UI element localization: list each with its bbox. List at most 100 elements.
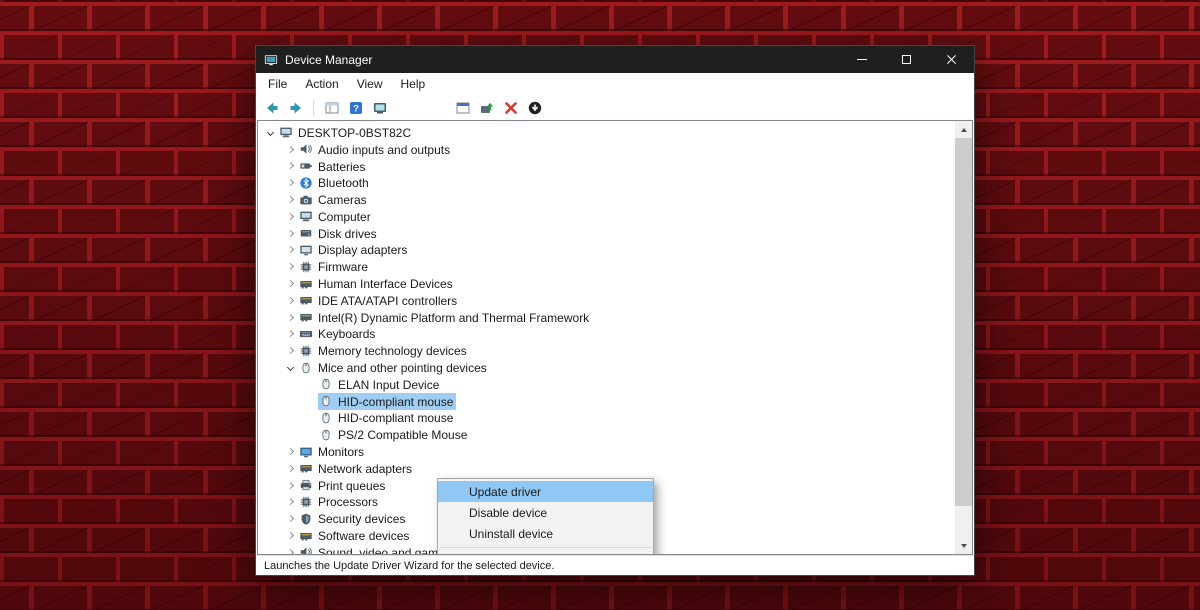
menu-file[interactable]: File [259,74,296,94]
properties-icon[interactable] [369,98,390,118]
tree-item-label: Network adapters [318,461,412,476]
close-button[interactable] [929,46,974,73]
vertical-scrollbar[interactable] [955,121,972,554]
tree-item-keyboards[interactable]: Keyboards [258,326,955,343]
tree-item-cameras[interactable]: Cameras [258,191,955,208]
chevron-right-icon[interactable] [282,197,298,202]
window-title: Device Manager [285,53,372,67]
disk-icon [299,226,314,240]
tree-item-batteries[interactable]: Batteries [258,158,955,175]
tree-item-content: Audio inputs and outputs [298,141,453,158]
chevron-right-icon[interactable] [282,264,298,269]
chevron-right-icon[interactable] [282,298,298,303]
back-icon[interactable] [261,98,282,118]
tree-item-label: Audio inputs and outputs [318,142,450,157]
scrollbar-down-button[interactable] [955,537,972,554]
scroll-up-icon [961,128,967,132]
menu-action[interactable]: Action [296,74,347,94]
chevron-right-icon[interactable] [282,516,298,521]
tree-item-label: Memory technology devices [318,343,467,358]
uninstall-device-icon[interactable] [500,98,521,118]
chevron-right-icon[interactable] [282,533,298,538]
chevron-right-icon[interactable] [282,483,298,488]
context-menu-item-scan-for-hardware-changes[interactable]: Scan for hardware changes [438,551,653,555]
tree-item-mice-and-other-pointing-devices[interactable]: Mice and other pointing devices [258,359,955,376]
maximize-button[interactable] [884,46,929,73]
tree-item-label: Keyboards [318,326,375,341]
scrollbar-up-button[interactable] [955,121,972,138]
chevron-right-icon[interactable] [282,499,298,504]
tree-item-desktop-0bst82c[interactable]: DESKTOP-0BST82C [258,124,955,141]
tree-item-content: Firmware [298,258,371,275]
chevron-right-icon[interactable] [282,147,298,152]
chevron-right-icon[interactable] [282,331,298,336]
chevron-right-icon[interactable] [282,550,298,554]
chevron-right-icon[interactable] [282,281,298,286]
help-icon[interactable]: ? [345,98,366,118]
popup-window-icon[interactable] [452,98,473,118]
chevron-down-icon[interactable] [262,130,278,135]
tree-item-hid-compliant-mouse[interactable]: HID-compliant mouse [258,410,955,427]
chevron-down-icon[interactable] [282,365,298,370]
tree-item-ps-2-compatible-mouse[interactable]: PS/2 Compatible Mouse [258,426,955,443]
tree-item-content: Computer [298,208,374,225]
tree-item-hid-compliant-mouse[interactable]: HID-compliant mouse [258,393,955,410]
tree-item-content: Disk drives [298,225,380,242]
tree-item-label: Monitors [318,444,364,459]
tree-item-content: Keyboards [298,325,378,342]
tree-item-content: Human Interface Devices [298,275,456,292]
tree-item-network-adapters[interactable]: Network adapters [258,460,955,477]
tree-item-label: PS/2 Compatible Mouse [338,427,467,442]
minimize-icon [857,59,867,60]
chevron-right-icon[interactable] [282,247,298,252]
tree-item-label: IDE ATA/ATAPI controllers [318,293,457,308]
title-bar[interactable]: Device Manager [256,46,974,73]
chevron-right-icon[interactable] [282,348,298,353]
context-menu-item-uninstall-device[interactable]: Uninstall device [438,523,653,544]
tree-item-label: Software devices [318,528,409,543]
mouse-icon [299,361,314,375]
tree-item-content: Processors [298,493,381,510]
chevron-right-icon[interactable] [282,231,298,236]
window-controls [839,46,974,73]
mouse-icon [319,428,334,442]
menu-help[interactable]: Help [392,74,435,94]
chevron-right-icon[interactable] [282,466,298,471]
menu-view[interactable]: View [348,74,392,94]
update-driver-icon[interactable] [476,98,497,118]
tree-item-label: Print queues [318,478,385,493]
chevron-right-icon[interactable] [282,214,298,219]
tree-item-human-interface-devices[interactable]: Human Interface Devices [258,275,955,292]
tree-item-elan-input-device[interactable]: ELAN Input Device [258,376,955,393]
menu-separator [440,547,651,548]
status-bar: Launches the Update Driver Wizard for th… [256,555,974,575]
camera-icon [299,193,314,207]
tree-item-audio-inputs-and-outputs[interactable]: Audio inputs and outputs [258,141,955,158]
chevron-right-icon[interactable] [282,449,298,454]
console-tree-icon[interactable] [321,98,342,118]
tree-item-memory-technology-devices[interactable]: Memory technology devices [258,342,955,359]
tree-item-bluetooth[interactable]: Bluetooth [258,174,955,191]
tree-item-display-adapters[interactable]: Display adapters [258,242,955,259]
disable-device-icon[interactable] [524,98,545,118]
battery-icon [299,159,314,173]
context-menu-item-disable-device[interactable]: Disable device [438,502,653,523]
menu-bar: FileActionViewHelp [256,73,974,95]
context-menu-item-update-driver[interactable]: Update driver [438,481,653,502]
scrollbar-thumb[interactable] [955,138,972,506]
tree-item-label: Disk drives [318,226,377,241]
forward-icon[interactable] [285,98,306,118]
computer-icon [279,125,294,139]
minimize-button[interactable] [839,46,884,73]
chevron-right-icon[interactable] [282,180,298,185]
card-icon [299,293,314,307]
tree-item-monitors[interactable]: Monitors [258,443,955,460]
tree-item-disk-drives[interactable]: Disk drives [258,225,955,242]
chevron-right-icon[interactable] [282,163,298,168]
tree-item-computer[interactable]: Computer [258,208,955,225]
computer-icon [299,209,314,223]
tree-item-ide-ata-atapi-controllers[interactable]: IDE ATA/ATAPI controllers [258,292,955,309]
tree-item-firmware[interactable]: Firmware [258,258,955,275]
tree-item-intel-r-dynamic-platform-and-thermal-framework[interactable]: Intel(R) Dynamic Platform and Thermal Fr… [258,309,955,326]
chevron-right-icon[interactable] [282,315,298,320]
